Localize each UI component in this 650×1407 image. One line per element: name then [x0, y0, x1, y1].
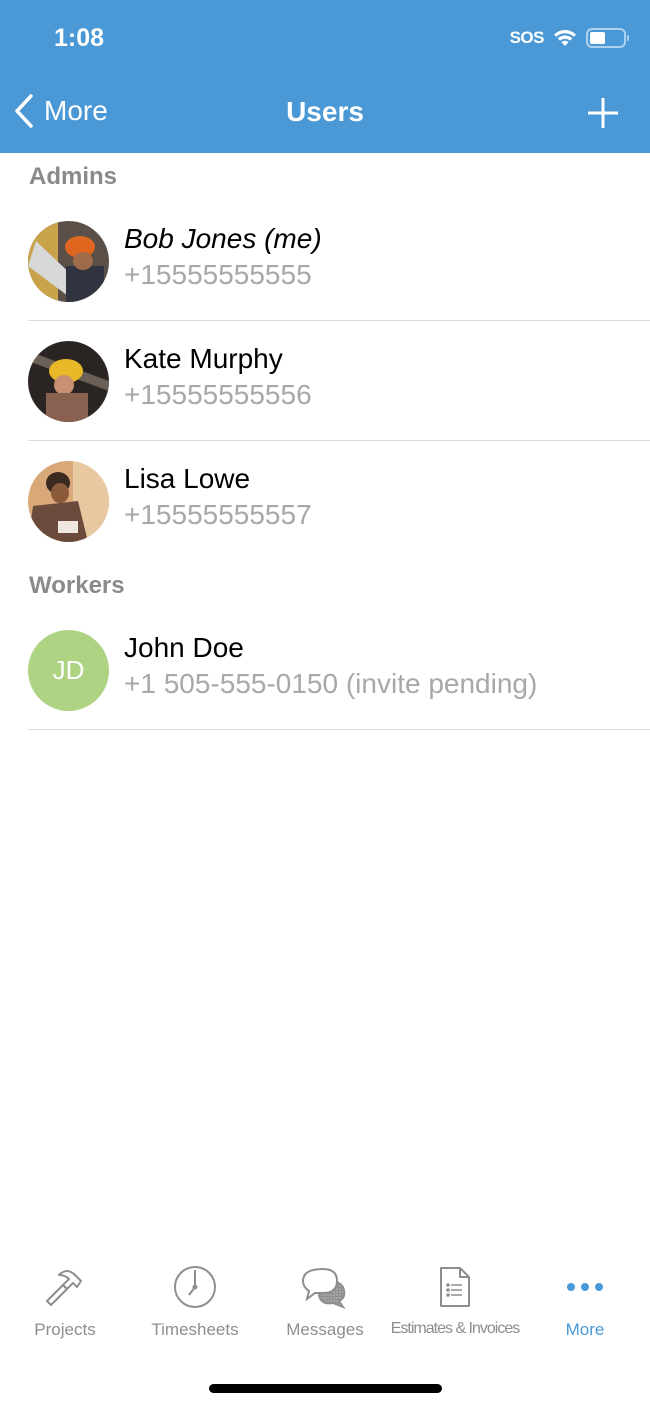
tab-messages[interactable]: Messages	[260, 1262, 390, 1352]
add-user-button[interactable]	[586, 96, 620, 130]
row-divider	[28, 729, 650, 730]
user-row[interactable]: Kate Murphy +15555555556	[0, 321, 650, 441]
document-icon	[430, 1262, 480, 1312]
tab-timesheets[interactable]: Timesheets	[130, 1262, 260, 1352]
status-icons: SOS	[509, 28, 629, 48]
avatar	[28, 221, 109, 302]
plus-icon	[588, 98, 618, 128]
tab-label: More	[565, 1320, 605, 1339]
user-phone: +15555555556	[124, 379, 312, 410]
home-indicator[interactable]	[209, 1384, 442, 1393]
carrier-status: SOS	[509, 28, 545, 47]
tab-projects[interactable]: Projects	[0, 1262, 130, 1352]
user-phone: +1 505-555-0150 (invite pending)	[124, 668, 538, 699]
back-label: More	[44, 95, 108, 126]
section-header-admins: Admins	[29, 163, 118, 190]
back-button[interactable]: More	[14, 94, 108, 128]
navigation-bar: 1:08 SOS More Users	[0, 0, 650, 153]
tab-label: Timesheets	[151, 1320, 239, 1339]
user-row[interactable]: Lisa Lowe +15555555557	[0, 441, 650, 561]
more-dots-icon	[560, 1262, 610, 1312]
user-name: John Doe	[124, 632, 244, 663]
user-phone: +15555555557	[124, 499, 312, 530]
user-row[interactable]: Bob Jones (me) +15555555555	[0, 201, 650, 321]
clock-icon	[170, 1262, 220, 1312]
avatar: JD	[28, 630, 109, 711]
user-name: Lisa Lowe	[124, 463, 251, 494]
avatar	[28, 341, 109, 422]
battery-icon	[586, 28, 629, 48]
chevron-left-icon	[15, 94, 33, 128]
status-time: 1:08	[54, 24, 105, 52]
avatar-initials: JD	[52, 655, 85, 685]
tab-bar: Projects Timesheets Messages Estimates &…	[0, 1262, 650, 1352]
chat-bubbles-icon	[300, 1262, 350, 1312]
tab-label: Estimates & Invoices	[390, 1320, 520, 1337]
tab-estimates-invoices[interactable]: Estimates & Invoices	[390, 1262, 520, 1352]
hammer-icon	[40, 1262, 90, 1312]
section-header-workers: Workers	[29, 572, 125, 599]
user-phone: +15555555555	[124, 259, 312, 290]
user-row[interactable]: JD John Doe +1 505-555-0150 (invite pend…	[0, 610, 650, 730]
user-name: Bob Jones (me)	[124, 223, 322, 254]
tab-label: Messages	[286, 1320, 364, 1339]
tab-label: Projects	[34, 1320, 96, 1339]
tab-more[interactable]: More	[520, 1262, 650, 1352]
user-name: Kate Murphy	[124, 343, 283, 374]
avatar	[28, 461, 109, 542]
wifi-icon	[554, 30, 576, 46]
